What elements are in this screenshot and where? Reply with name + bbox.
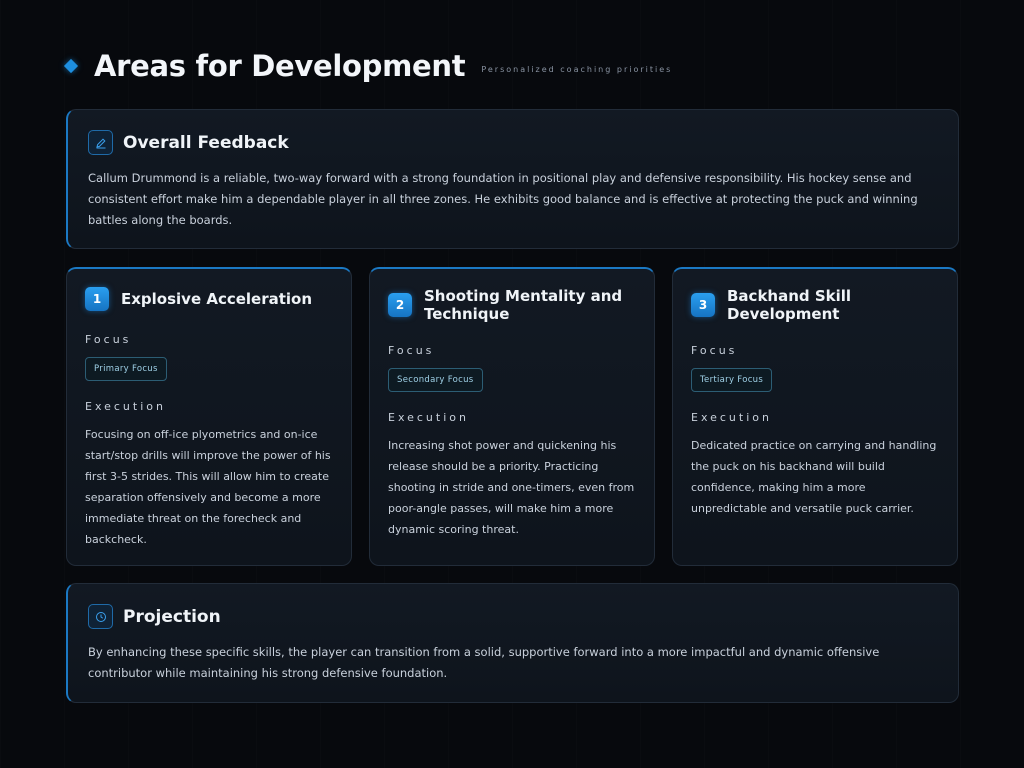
projection-title: Projection — [123, 606, 221, 627]
execution-label: Execution — [388, 411, 469, 424]
focus-badge: Primary Focus — [85, 357, 167, 381]
development-card-title: Shooting Mentality and Technique — [424, 287, 623, 323]
feedback-header: Overall Feedback — [88, 130, 289, 155]
focus-badge: Secondary Focus — [388, 368, 483, 392]
priority-number-badge: 2 — [388, 293, 412, 317]
development-card-header: 1 Explosive Acceleration — [85, 287, 335, 311]
execution-label: Execution — [691, 411, 772, 424]
diamond-icon — [63, 58, 79, 74]
pencil-icon — [88, 130, 113, 155]
feedback-text: Callum Drummond is a reliable, two-way f… — [88, 171, 918, 227]
development-card-3: 3 Backhand Skill Development Focus Terti… — [672, 267, 958, 566]
development-card-header: 2 Shooting Mentality and Technique — [388, 287, 638, 323]
overall-feedback-card: Overall Feedback Callum Drummond is a re… — [66, 109, 959, 249]
clock-icon — [88, 604, 113, 629]
development-card-title: Backhand Skill Development — [727, 287, 852, 323]
page-subtitle: Personalized coaching priorities — [481, 64, 673, 74]
priority-number-badge: 3 — [691, 293, 715, 317]
development-card-title: Explosive Acceleration — [121, 290, 313, 308]
focus-label: Focus — [388, 344, 435, 357]
development-card-2: 2 Shooting Mentality and Technique Focus… — [369, 267, 655, 566]
page-title: Areas for Development — [94, 49, 466, 83]
page-header: Areas for Development Personalized coach… — [63, 44, 673, 88]
execution-text: Focusing on off-ice plyometrics and on-i… — [85, 428, 331, 546]
priority-number-badge: 1 — [85, 287, 109, 311]
projection-card: Projection By enhancing these specific s… — [66, 583, 959, 703]
projection-header: Projection — [88, 604, 221, 629]
focus-badge: Tertiary Focus — [691, 368, 773, 392]
execution-text: Dedicated practice on carrying and handl… — [691, 439, 937, 515]
projection-text: By enhancing these specific skills, the … — [88, 645, 880, 680]
development-card-header: 3 Backhand Skill Development — [691, 287, 941, 323]
focus-label: Focus — [85, 333, 132, 346]
development-card-1: 1 Explosive Acceleration Focus Primary F… — [66, 267, 352, 566]
execution-label: Execution — [85, 400, 166, 413]
execution-text: Increasing shot power and quickening his… — [388, 439, 635, 536]
feedback-title: Overall Feedback — [123, 132, 289, 153]
focus-label: Focus — [691, 344, 738, 357]
